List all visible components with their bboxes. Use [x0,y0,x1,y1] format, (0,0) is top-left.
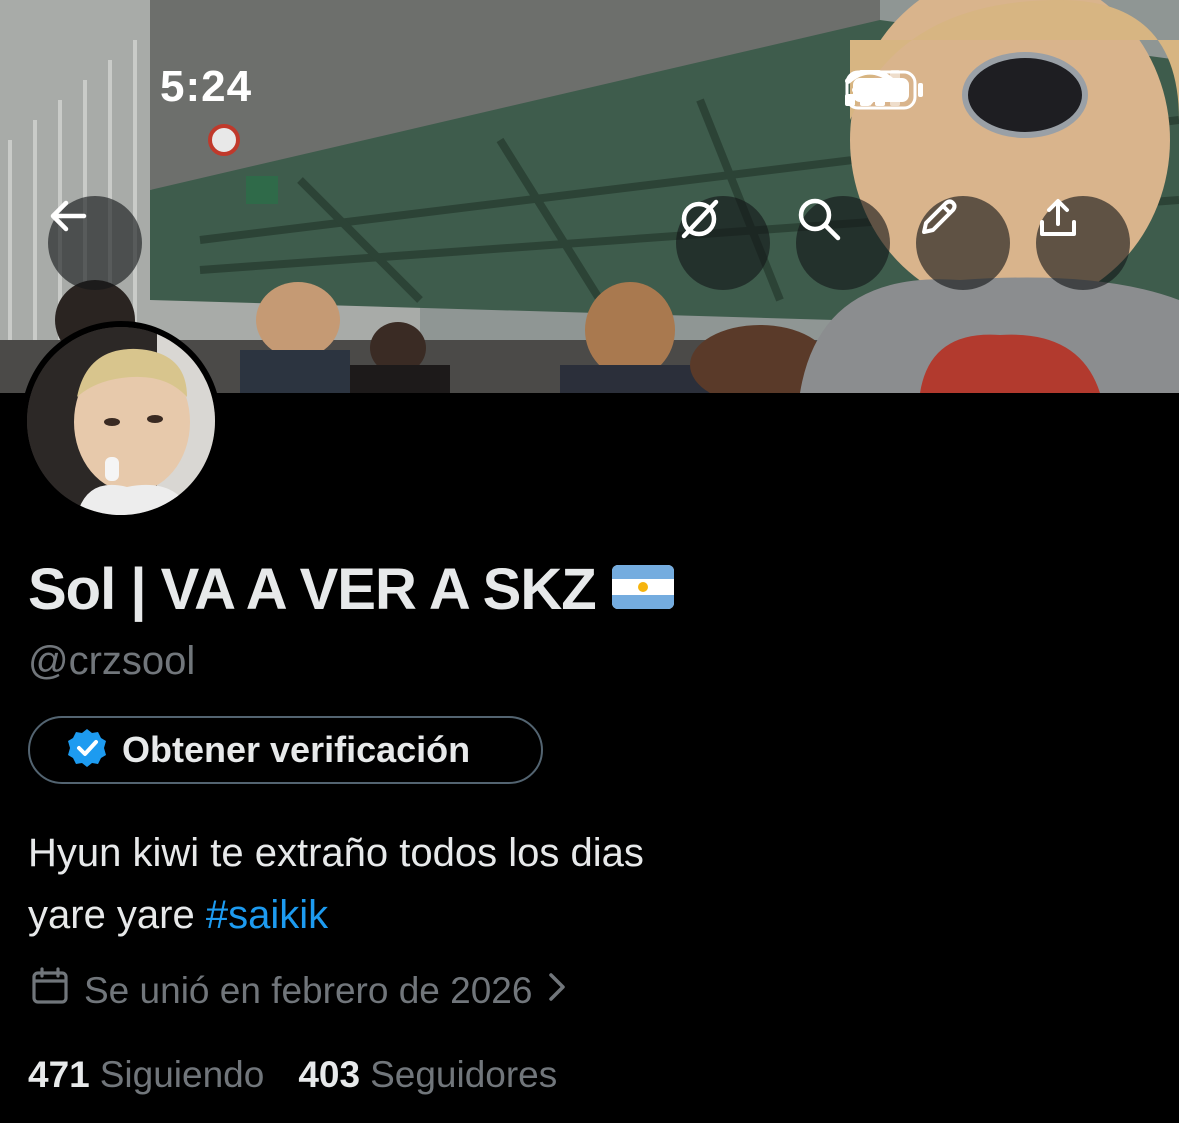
avatar-photo [27,327,215,515]
chevron-right-icon [546,970,568,1012]
argentina-flag-icon [611,556,674,623]
followers-count: 403 [298,1054,361,1095]
followers-link[interactable]: 403 Seguidores [298,1054,557,1096]
banner-photo [0,0,1179,393]
get-verified-button[interactable]: Obtener verificación [28,716,543,784]
handle: @crzsool [28,639,196,683]
display-name: Sol | VA A VER A SKZ [28,556,674,623]
status-time: 5:24 [160,62,253,111]
joined-date[interactable]: Se unió en febrero de 2026 [30,966,568,1015]
bio-line-2: yare yare #saikik [28,884,928,946]
profile-screen: 5:24 Sol | VA A VER A SKZ @crzsool Obten… [0,0,1179,1123]
calendar-icon [30,966,70,1015]
following-label: Siguiendo [99,1054,265,1095]
bio-hashtag-link[interactable]: #saikik [206,893,328,937]
edit-profile-button[interactable] [916,196,1010,290]
display-name-text: Sol | VA A VER A SKZ [28,557,597,622]
bio: Hyun kiwi te extraño todos los dias yare… [28,822,928,946]
verified-badge-icon [66,727,108,774]
following-link[interactable]: 471 Siguiendo [28,1054,264,1096]
avatar[interactable] [21,321,221,521]
bio-line-2-text: yare yare [28,893,206,937]
grok-button[interactable] [676,196,770,290]
joined-text: Se unió en febrero de 2026 [84,969,533,1011]
following-count: 471 [28,1054,90,1095]
followers-label: Seguidores [370,1054,558,1095]
search-button[interactable] [796,196,890,290]
follow-stats: 471 Siguiendo 403 Seguidores [28,1054,591,1096]
back-button[interactable] [48,196,142,290]
share-button[interactable] [1036,196,1130,290]
get-verified-label: Obtener verificación [122,729,471,770]
profile-banner[interactable]: 5:24 [0,0,1179,393]
bio-line-1: Hyun kiwi te extraño todos los dias [28,831,644,875]
